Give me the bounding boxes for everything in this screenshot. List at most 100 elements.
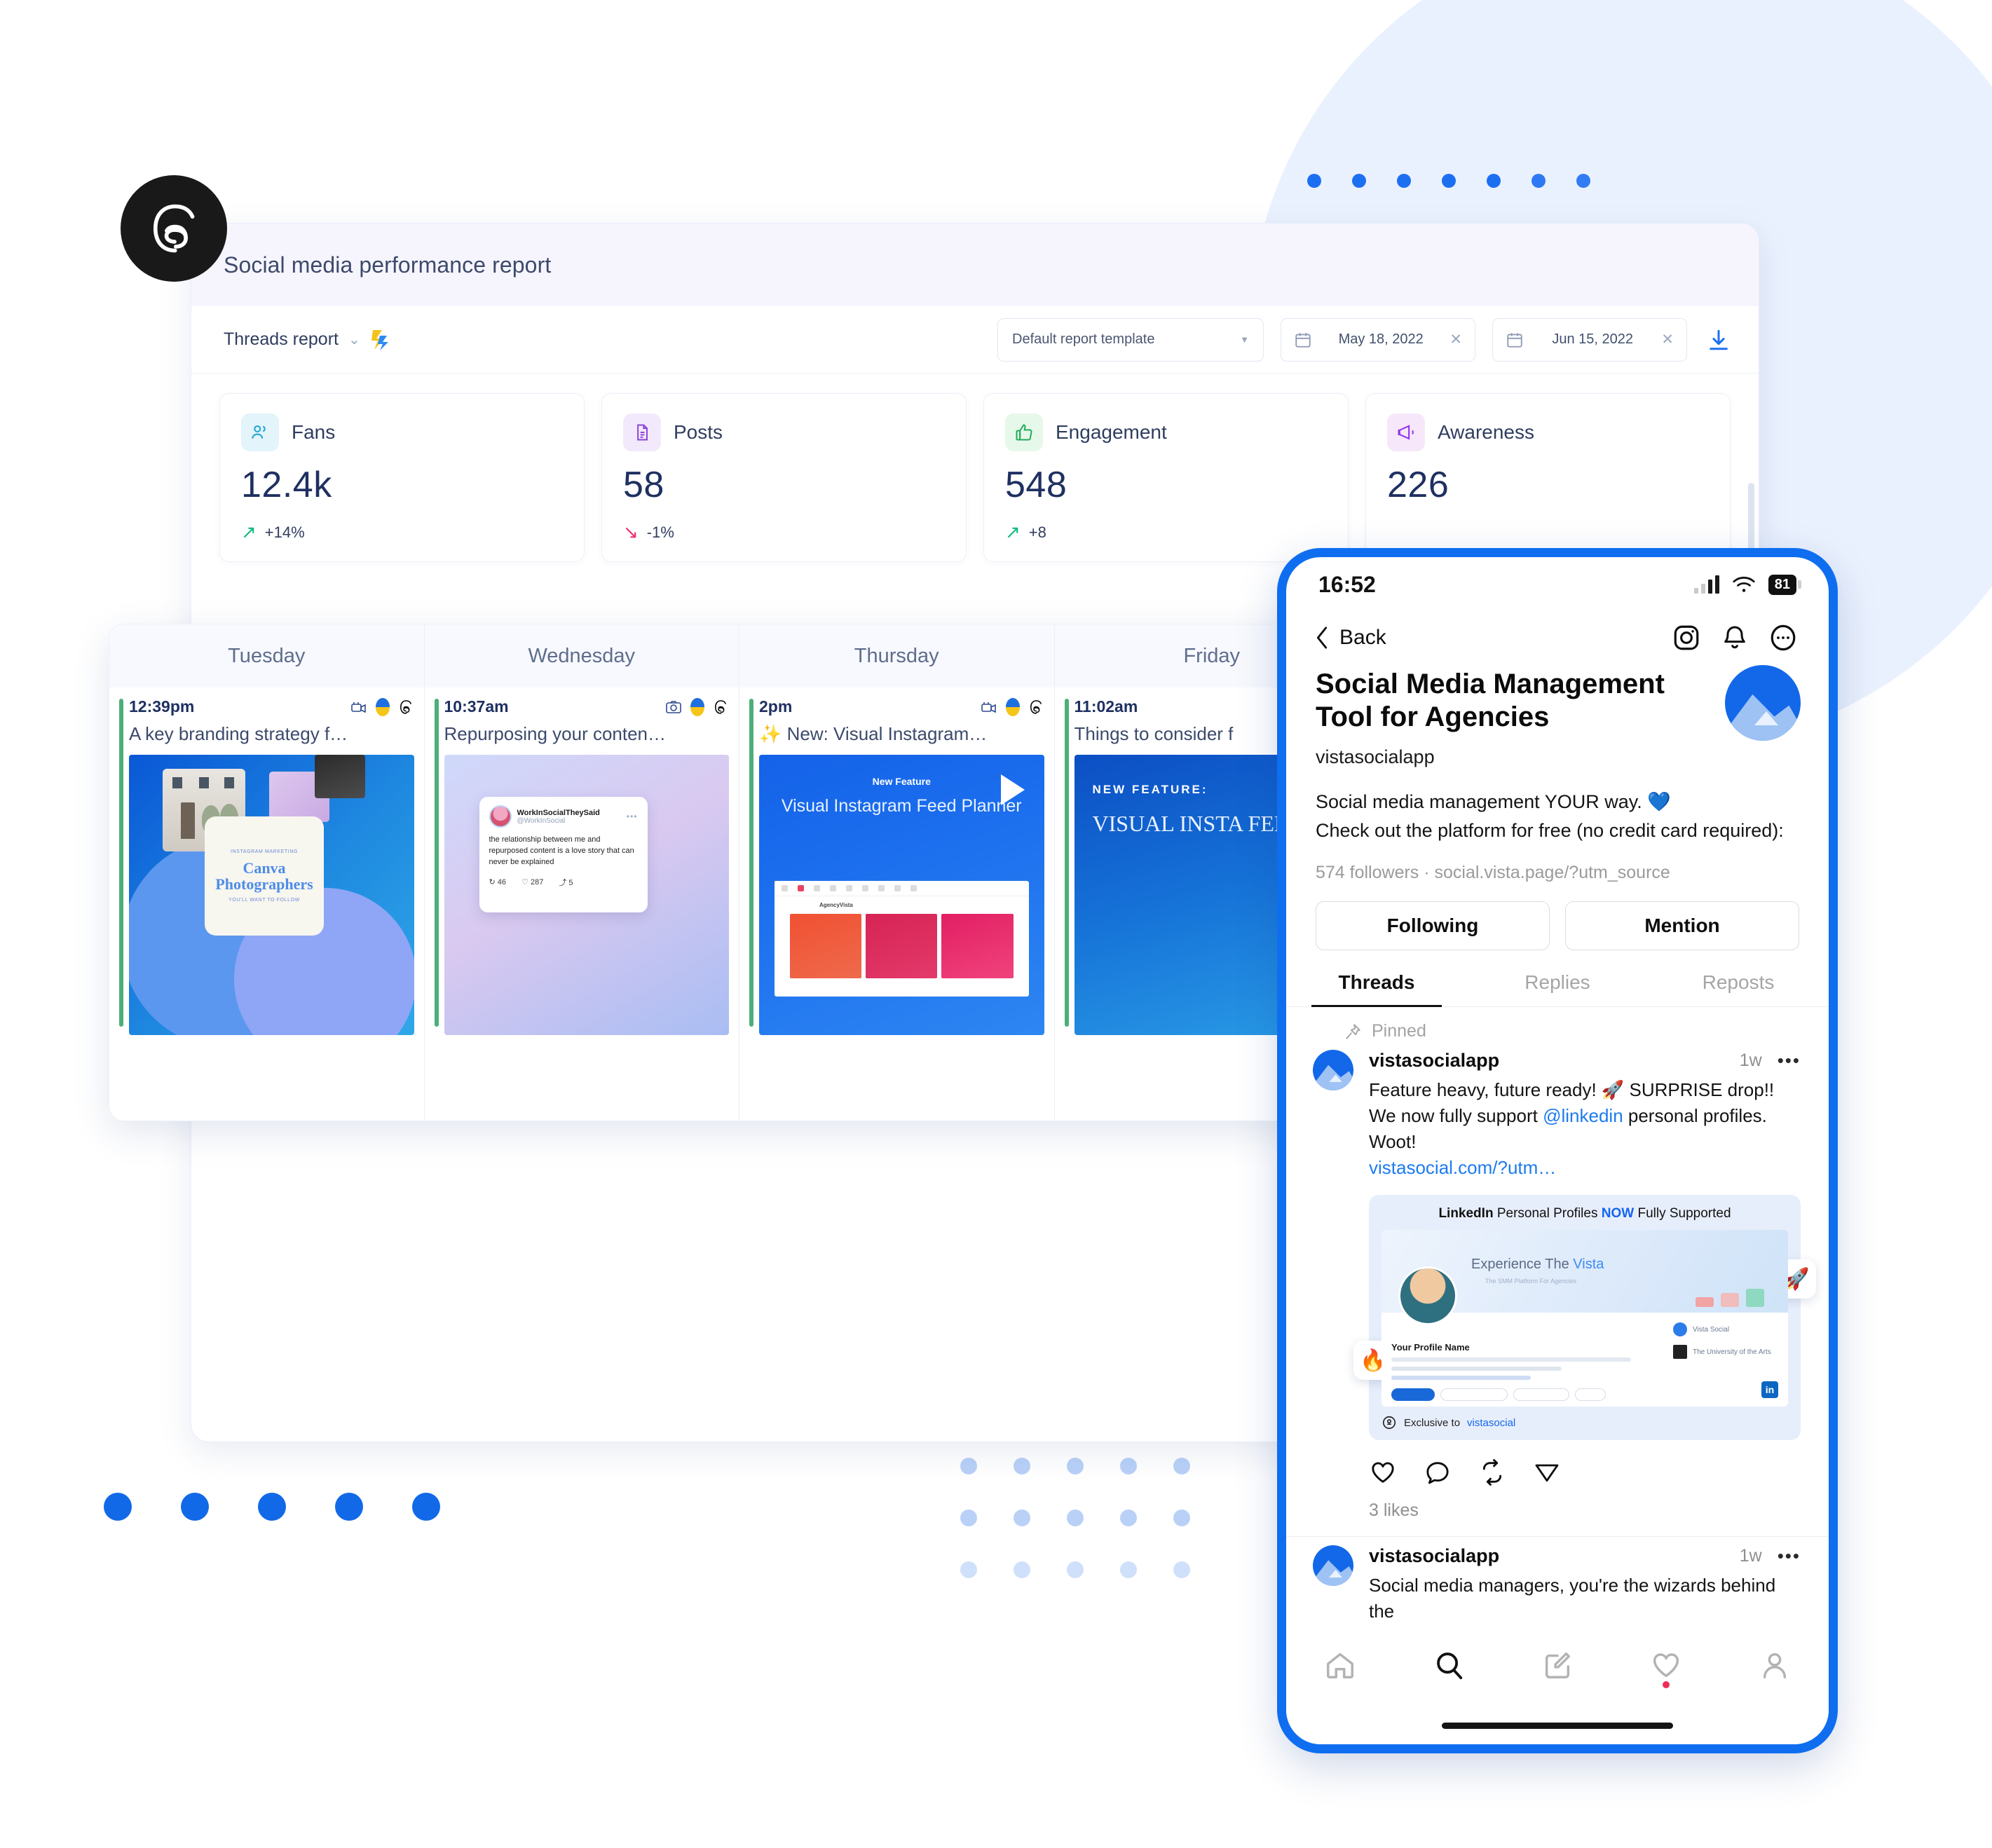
thread-post[interactable]: vistasocialapp 1w ••• Feature heavy, fut… bbox=[1286, 1041, 1829, 1521]
download-report-button[interactable] bbox=[1707, 328, 1731, 352]
video-icon bbox=[350, 701, 366, 713]
metric-card-posts[interactable]: Posts 58 ↘ -1% bbox=[601, 393, 967, 562]
report-template-value: Default report template bbox=[1012, 331, 1155, 347]
tab-compose[interactable] bbox=[1541, 1649, 1574, 1681]
trend-down-icon: ↘ bbox=[623, 521, 639, 542]
report-header: Social media performance report bbox=[191, 224, 1759, 306]
post-thumbnail: WorkInSocialTheySaid @WorkInSocial ••• t… bbox=[444, 755, 729, 1035]
tab-threads[interactable]: Threads bbox=[1286, 971, 1467, 1008]
threads-icon bbox=[153, 204, 195, 253]
metric-label: Fans bbox=[292, 421, 336, 443]
tab-profile[interactable] bbox=[1759, 1649, 1791, 1681]
play-icon[interactable] bbox=[1000, 774, 1025, 805]
instagram-icon[interactable] bbox=[1672, 623, 1701, 652]
more-icon[interactable] bbox=[1768, 623, 1798, 652]
battery-level: 81 bbox=[1774, 576, 1790, 592]
metric-delta: -1% bbox=[646, 523, 674, 541]
avatar bbox=[1313, 1050, 1353, 1091]
profile-bio-line-2: Check out the platform for free (no cred… bbox=[1316, 819, 1784, 841]
following-button[interactable]: Following bbox=[1316, 901, 1550, 951]
pinned-label: Pinned bbox=[1372, 1021, 1426, 1041]
metric-value: 226 bbox=[1387, 465, 1449, 505]
engagement-icon bbox=[1005, 413, 1043, 451]
tab-activity[interactable] bbox=[1650, 1649, 1682, 1688]
wifi-icon bbox=[1733, 576, 1755, 592]
calendar-column: 2pm ✨ New: Visual Instagram… New Feature… bbox=[739, 687, 1055, 1121]
date-to-field[interactable]: Jun 15, 2022 ✕ bbox=[1492, 317, 1687, 362]
metric-card-engagement[interactable]: Engagement 548 ↗ +8 bbox=[983, 393, 1349, 562]
linkedin-icon: in bbox=[1761, 1381, 1778, 1398]
bottom-decorative-dots bbox=[104, 1493, 440, 1521]
metric-card-awareness[interactable]: Awareness 226 bbox=[1365, 393, 1731, 562]
post-thumbnail: INSTAGRAM MARKETING Canva Photographers … bbox=[129, 755, 414, 1035]
metric-card-fans[interactable]: Fans 12.4k ↗ +14% bbox=[219, 393, 585, 562]
cellular-signal-icon bbox=[1693, 575, 1719, 594]
metric-delta: +14% bbox=[264, 523, 305, 541]
more-icon: ••• bbox=[626, 812, 638, 821]
calendar-day-header: Tuesday bbox=[109, 624, 425, 687]
tab-search[interactable] bbox=[1433, 1649, 1465, 1681]
fans-icon bbox=[241, 413, 279, 451]
mention-button[interactable]: Mention bbox=[1565, 901, 1799, 951]
embed-cover-headline: Experience The Vista bbox=[1471, 1257, 1604, 1272]
tab-replies[interactable]: Replies bbox=[1467, 971, 1648, 1006]
metric-label: Awareness bbox=[1438, 421, 1535, 443]
tweet-handle: @WorkInSocial bbox=[517, 816, 566, 825]
post-link[interactable]: vistasocial.com/?utm… bbox=[1369, 1157, 1556, 1178]
avatar bbox=[489, 805, 512, 828]
close-icon[interactable]: ✕ bbox=[1449, 331, 1462, 348]
tweet-text: the relationship between me and repurpos… bbox=[489, 835, 634, 866]
awareness-icon bbox=[1387, 413, 1425, 451]
date-from-field[interactable]: May 18, 2022 ✕ bbox=[1281, 317, 1475, 362]
mention-link[interactable]: @linkedin bbox=[1543, 1105, 1623, 1126]
calendar-column: 10:37am Repurposing your conten… WorkInS… bbox=[425, 687, 739, 1121]
notification-dot bbox=[1662, 1681, 1670, 1688]
more-icon[interactable]: ••• bbox=[1778, 1545, 1801, 1567]
post-embed-card[interactable]: 🔥 🚀 LinkedIn Personal Profiles NOW Fully… bbox=[1353, 1195, 1816, 1440]
calendar-post-card[interactable]: 2pm ✨ New: Visual Instagram… New Feature… bbox=[749, 697, 1044, 1035]
embed-right-item: Vista Social bbox=[1693, 1325, 1730, 1334]
report-template-select[interactable]: Default report template ▼ bbox=[997, 317, 1264, 362]
profile-action-buttons: Following Mention bbox=[1286, 883, 1829, 951]
profile-icon bbox=[1763, 1652, 1786, 1678]
share-icon[interactable] bbox=[1533, 1458, 1561, 1486]
profile-meta: 574 followers · social.vista.page/?utm_s… bbox=[1316, 863, 1670, 883]
comment-icon[interactable] bbox=[1424, 1458, 1452, 1486]
post-author: vistasocialapp bbox=[1369, 1050, 1500, 1072]
post-title: A key branding strategy f… bbox=[129, 723, 348, 744]
video-icon bbox=[981, 701, 996, 713]
post-likes: 3 likes bbox=[1369, 1500, 1419, 1520]
tweet-author: WorkInSocialTheySaid bbox=[517, 808, 600, 817]
post-time: 12:39pm bbox=[129, 697, 195, 716]
phone-profile-header: Social Media Management Tool for Agencie… bbox=[1286, 658, 1829, 883]
phone-mockup: 16:52 81 Back Social Media Management To… bbox=[1277, 548, 1838, 1753]
search-icon bbox=[1437, 1652, 1463, 1680]
avatar bbox=[1313, 1545, 1353, 1586]
post-title: ✨ New: Visual Instagram… bbox=[759, 723, 988, 744]
like-icon[interactable] bbox=[1369, 1458, 1397, 1486]
close-icon[interactable]: ✕ bbox=[1661, 331, 1674, 348]
post-timestamp: 1w bbox=[1739, 1050, 1762, 1071]
more-icon[interactable]: ••• bbox=[1778, 1050, 1801, 1072]
thumb-kicker: INSTAGRAM MARKETING bbox=[230, 849, 299, 854]
report-selector[interactable]: Threads report ⌄ bbox=[224, 329, 391, 351]
bell-icon[interactable] bbox=[1721, 623, 1749, 652]
tab-reposts[interactable]: Reposts bbox=[1648, 971, 1829, 1006]
back-button[interactable]: Back bbox=[1314, 626, 1386, 650]
repost-icon[interactable] bbox=[1478, 1458, 1506, 1486]
calendar-post-card[interactable]: 12:39pm A key branding strategy f… INSTA… bbox=[119, 697, 414, 1035]
calendar-icon bbox=[1295, 332, 1311, 348]
retweet-count: ↻ 46 bbox=[489, 878, 507, 887]
thread-post[interactable]: vistasocialapp 1w ••• Social media manag… bbox=[1286, 1537, 1829, 1624]
threads-icon bbox=[714, 699, 726, 714]
calendar-post-card[interactable]: 10:37am Repurposing your conten… WorkInS… bbox=[434, 697, 729, 1035]
chevron-down-icon: ▼ bbox=[1240, 334, 1249, 345]
trend-up-icon: ↗ bbox=[1005, 521, 1021, 542]
date-from-value: May 18, 2022 bbox=[1338, 331, 1424, 347]
pinned-label-row: Pinned bbox=[1286, 1007, 1829, 1041]
tab-home[interactable] bbox=[1324, 1649, 1356, 1681]
post-author: vistasocialapp bbox=[1369, 1545, 1500, 1566]
report-toolbar: Threads report ⌄ Default report template… bbox=[191, 306, 1759, 374]
calendar-day-header: Wednesday bbox=[425, 624, 739, 687]
followers-table: New followers (net) 1 595 Total follower… bbox=[416, 1436, 1173, 1442]
